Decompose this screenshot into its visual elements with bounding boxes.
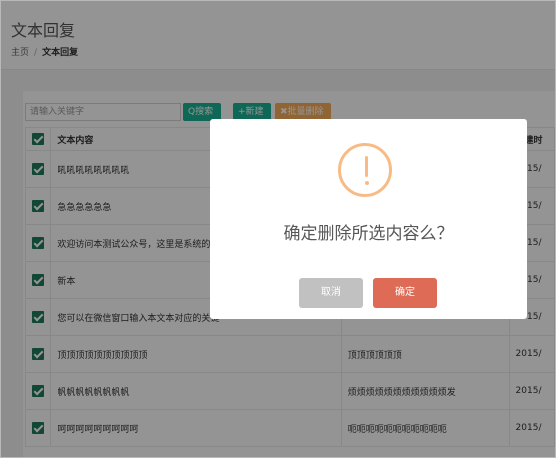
confirm-button[interactable]: 确定: [373, 278, 437, 308]
app-window: 文本回复 主页 / 文本回复 请输入关键字 Q搜索 +新建 ✖批量删除 文本内容 创…: [0, 0, 556, 458]
warning-icon: [338, 143, 392, 197]
cancel-button[interactable]: 取消: [299, 278, 363, 308]
confirm-delete-dialog: 确定删除所选内容么？ 取消 确定: [210, 119, 527, 319]
dialog-message: 确定删除所选内容么？: [283, 224, 454, 244]
warning-icon-dot: [364, 181, 369, 185]
warning-icon-bar: [365, 156, 368, 177]
